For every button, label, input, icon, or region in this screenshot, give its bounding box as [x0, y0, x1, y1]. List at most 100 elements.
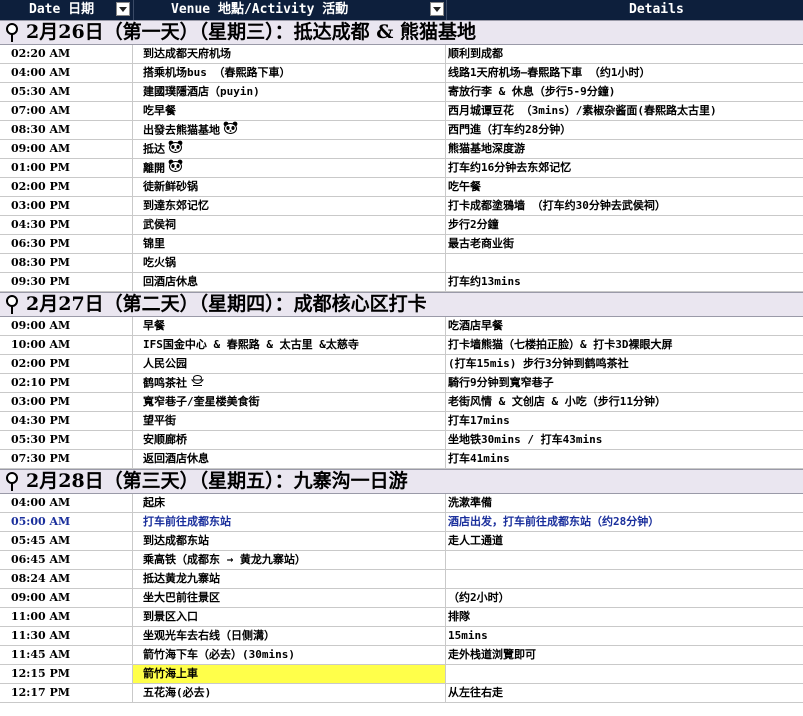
day-header[interactable]: 2月28日（第三天）（星期五）：九寨沟一日游: [0, 469, 803, 494]
venue-cell[interactable]: 返回酒店休息: [133, 450, 446, 468]
details-cell[interactable]: 吃酒店早餐: [446, 317, 803, 335]
filter-dropdown-date-icon[interactable]: [116, 2, 130, 16]
time-cell[interactable]: 09:00 AM: [0, 140, 133, 158]
details-cell[interactable]: 打车41mins: [446, 450, 803, 468]
venue-cell[interactable]: 吃火锅: [133, 254, 446, 272]
venue-cell[interactable]: 建國璞隱酒店（puyin): [133, 83, 446, 101]
details-cell[interactable]: 坐地铁30mins / 打车43mins: [446, 431, 803, 449]
details-cell[interactable]: 步行2分鐘: [446, 216, 803, 234]
venue-cell[interactable]: 武侯祠: [133, 216, 446, 234]
time-cell[interactable]: 02:20 AM: [0, 45, 133, 63]
table-row[interactable]: 08:30 PM 吃火锅: [0, 254, 803, 273]
details-cell[interactable]: 熊猫基地深度游: [446, 140, 803, 158]
details-cell[interactable]: [446, 551, 803, 569]
filter-dropdown-venue-icon[interactable]: [430, 2, 444, 16]
table-row[interactable]: 09:00 AM 坐大巴前往景区 （约2小时）: [0, 589, 803, 608]
details-cell[interactable]: 线路1天府机场—春熙路下車 （约1小时）: [446, 64, 803, 82]
table-row[interactable]: 06:30 PM 锦里 最古老商业街: [0, 235, 803, 254]
day-header[interactable]: 2月27日（第二天）（星期四）：成都核心区打卡: [0, 292, 803, 317]
table-row[interactable]: 12:15 PM 箭竹海上車: [0, 665, 803, 684]
time-cell[interactable]: 12:17 PM: [0, 684, 133, 702]
column-header-details[interactable]: Details: [446, 0, 803, 20]
time-cell[interactable]: 10:00 AM: [0, 336, 133, 354]
table-row[interactable]: 03:00 PM 到達东郊记忆 打卡成都塗鴉墙 （打车约30分钟去武侯祠）: [0, 197, 803, 216]
venue-cell[interactable]: IFS国金中心 & 春熙路 & 太古里 &太慈寺: [133, 336, 446, 354]
details-cell[interactable]: 打车约13mins: [446, 273, 803, 291]
table-row[interactable]: 10:00 AM IFS国金中心 & 春熙路 & 太古里 &太慈寺 打卡墙熊猫（七楼…: [0, 336, 803, 355]
table-row[interactable]: 11:00 AM 到景区入口 排隊: [0, 608, 803, 627]
venue-cell[interactable]: 搭乘机场bus （春熙路下車）: [133, 64, 446, 82]
time-cell[interactable]: 07:30 PM: [0, 450, 133, 468]
venue-cell[interactable]: 到达成都天府机场: [133, 45, 446, 63]
table-row[interactable]: 08:30 AM 出發去熊猫基地 西門進（打车约28分钟）: [0, 121, 803, 140]
venue-cell[interactable]: 抵达: [133, 140, 446, 158]
venue-cell[interactable]: 箭竹海上車: [133, 665, 446, 683]
details-cell[interactable]: 最古老商业街: [446, 235, 803, 253]
time-cell[interactable]: 02:00 PM: [0, 355, 133, 373]
table-row[interactable]: 05:30 PM 安顺廊桥 坐地铁30mins / 打车43mins: [0, 431, 803, 450]
details-cell[interactable]: 西門進（打车约28分钟）: [446, 121, 803, 139]
time-cell[interactable]: 04:30 PM: [0, 216, 133, 234]
table-row[interactable]: 12:17 PM 五花海(必去) 从左往右走: [0, 684, 803, 703]
venue-cell[interactable]: 人民公园: [133, 355, 446, 373]
details-cell[interactable]: [446, 254, 803, 272]
venue-cell[interactable]: 抵达黄龙九寨站: [133, 570, 446, 588]
table-row[interactable]: 11:30 AM 坐观光车去右线（日侧溝） 15mins: [0, 627, 803, 646]
table-row[interactable]: 11:45 AM 箭竹海下车（必去）(30mins) 走外栈道浏覽即可: [0, 646, 803, 665]
time-cell[interactable]: 06:45 AM: [0, 551, 133, 569]
time-cell[interactable]: 12:15 PM: [0, 665, 133, 683]
time-cell[interactable]: 08:30 AM: [0, 121, 133, 139]
table-row[interactable]: 01:00 PM 離開 打车约16分钟去东郊记忆: [0, 159, 803, 178]
details-cell[interactable]: [446, 570, 803, 588]
table-row[interactable]: 04:00 AM 起床 洗漱準備: [0, 494, 803, 513]
time-cell[interactable]: 11:00 AM: [0, 608, 133, 626]
table-row[interactable]: 02:10 PM 鹤鸣茶社 騎行9分钟到寬窄巷子: [0, 374, 803, 393]
time-cell[interactable]: 04:30 PM: [0, 412, 133, 430]
venue-cell[interactable]: 鹤鸣茶社: [133, 374, 446, 392]
details-cell[interactable]: (打车15mis) 步行3分钟到鹤鸣茶社: [446, 355, 803, 373]
time-cell[interactable]: 04:00 AM: [0, 494, 133, 512]
venue-cell[interactable]: 望平街: [133, 412, 446, 430]
time-cell[interactable]: 03:00 PM: [0, 393, 133, 411]
details-cell[interactable]: 顺利到成都: [446, 45, 803, 63]
time-cell[interactable]: 02:00 PM: [0, 178, 133, 196]
details-cell[interactable]: 走人工通道: [446, 532, 803, 550]
time-cell[interactable]: 09:30 PM: [0, 273, 133, 291]
details-cell[interactable]: 从左往右走: [446, 684, 803, 702]
time-cell[interactable]: 02:10 PM: [0, 374, 133, 392]
time-cell[interactable]: 05:30 AM: [0, 83, 133, 101]
table-row[interactable]: 06:45 AM 乘高铁（成都东 → 黄龙九寨站）: [0, 551, 803, 570]
details-cell[interactable]: （约2小时）: [446, 589, 803, 607]
venue-cell[interactable]: 起床: [133, 494, 446, 512]
details-cell[interactable]: 打车17mins: [446, 412, 803, 430]
table-row[interactable]: 02:00 PM 人民公园 (打车15mis) 步行3分钟到鹤鸣茶社: [0, 355, 803, 374]
details-cell[interactable]: 寄放行李 & 休息（步行5-9分鐘): [446, 83, 803, 101]
table-row[interactable]: 09:30 PM 回酒店休息 打车约13mins: [0, 273, 803, 292]
details-cell[interactable]: 15mins: [446, 627, 803, 645]
time-cell[interactable]: 09:00 AM: [0, 589, 133, 607]
details-cell[interactable]: 吃午餐: [446, 178, 803, 196]
time-cell[interactable]: 07:00 AM: [0, 102, 133, 120]
venue-cell[interactable]: 徒新鲜砂锅: [133, 178, 446, 196]
time-cell[interactable]: 11:45 AM: [0, 646, 133, 664]
details-cell[interactable]: 打车约16分钟去东郊记忆: [446, 159, 803, 177]
details-cell[interactable]: 排隊: [446, 608, 803, 626]
table-row[interactable]: 08:24 AM 抵达黄龙九寨站: [0, 570, 803, 589]
time-cell[interactable]: 04:00 AM: [0, 64, 133, 82]
table-row[interactable]: 02:00 PM 徒新鲜砂锅 吃午餐: [0, 178, 803, 197]
details-cell[interactable]: 騎行9分钟到寬窄巷子: [446, 374, 803, 392]
venue-cell[interactable]: 到达成都东站: [133, 532, 446, 550]
venue-cell[interactable]: 坐观光车去右线（日侧溝）: [133, 627, 446, 645]
time-cell[interactable]: 03:00 PM: [0, 197, 133, 215]
time-cell[interactable]: 09:00 AM: [0, 317, 133, 335]
details-cell[interactable]: 酒店出发，打车前往成都东站（约28分钟）: [446, 513, 803, 531]
table-row[interactable]: 04:30 PM 武侯祠 步行2分鐘: [0, 216, 803, 235]
table-row[interactable]: 04:00 AM 搭乘机场bus （春熙路下車） 线路1天府机场—春熙路下車 （约1…: [0, 64, 803, 83]
day-header[interactable]: 2月26日（第一天）（星期三）：抵达成都 & 熊猫基地: [0, 20, 803, 45]
venue-cell[interactable]: 坐大巴前往景区: [133, 589, 446, 607]
table-row[interactable]: 02:20 AM 到达成都天府机场 顺利到成都: [0, 45, 803, 64]
time-cell[interactable]: 11:30 AM: [0, 627, 133, 645]
venue-cell[interactable]: 打车前往成都东站: [133, 513, 446, 531]
venue-cell[interactable]: 早餐: [133, 317, 446, 335]
venue-cell[interactable]: 五花海(必去): [133, 684, 446, 702]
